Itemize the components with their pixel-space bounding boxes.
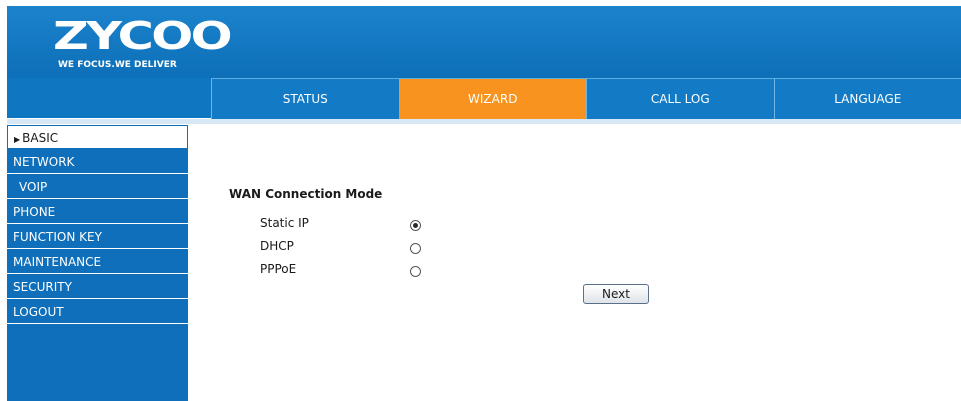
option-label-dhcp: DHCP <box>260 239 294 253</box>
sidebar-item-logout[interactable]: LOGOUT <box>7 300 188 324</box>
section-title: WAN Connection Mode <box>229 187 383 201</box>
sidebar-item-voip[interactable]: VOIP <box>7 175 188 199</box>
sidebar-item-network[interactable]: NETWORK <box>7 150 188 174</box>
sidebar-item-label: BASIC <box>22 131 59 145</box>
radio-pppoe[interactable] <box>410 266 421 277</box>
logo-mark: ZYCOO <box>53 14 233 58</box>
sidebar-item-basic[interactable]: ▶ BASIC <box>7 125 188 149</box>
option-label-static-ip: Static IP <box>260 216 309 230</box>
option-label-pppoe: PPPoE <box>260 262 297 276</box>
radio-dhcp[interactable] <box>410 243 421 254</box>
sidebar: ▶ BASIC NETWORK VOIP PHONE FUNCTION KEY M… <box>7 125 188 401</box>
header: ZYCOO WE FOCUS.WE DELIVER STATUS WIZARD … <box>7 6 961 124</box>
radio-static-ip[interactable] <box>410 220 421 231</box>
tab-status[interactable]: STATUS <box>211 79 399 119</box>
sidebar-item-phone[interactable]: PHONE <box>7 200 188 224</box>
arrow-right-icon: ▶ <box>14 135 21 144</box>
tab-language[interactable]: LANGUAGE <box>773 79 961 119</box>
zycoo-logo: ZYCOO WE FOCUS.WE DELIVER <box>53 16 233 76</box>
sidebar-item-function-key[interactable]: FUNCTION KEY <box>7 225 188 249</box>
sidebar-item-maintenance[interactable]: MAINTENANCE <box>7 250 188 274</box>
main-content: WAN Connection Mode Static IP DHCP PPPoE… <box>188 125 961 401</box>
top-nav: STATUS WIZARD CALL LOG LANGUAGE <box>211 78 961 120</box>
tab-call-log[interactable]: CALL LOG <box>586 79 774 119</box>
nav-divider <box>7 119 961 124</box>
logo-tagline: WE FOCUS.WE DELIVER <box>58 60 177 70</box>
header-banner: ZYCOO WE FOCUS.WE DELIVER <box>7 6 961 78</box>
tab-wizard[interactable]: WIZARD <box>398 79 586 119</box>
next-button[interactable]: Next <box>583 284 649 304</box>
sidebar-item-security[interactable]: SECURITY <box>7 275 188 299</box>
